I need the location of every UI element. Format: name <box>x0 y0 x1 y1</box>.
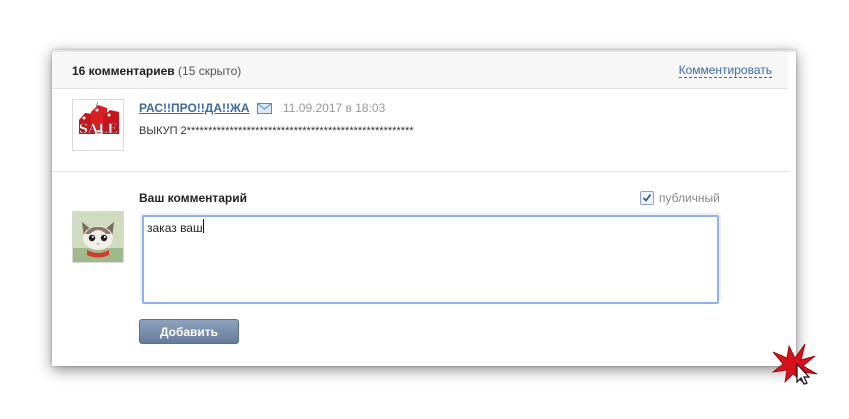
text-cursor <box>203 219 204 233</box>
mail-icon[interactable] <box>257 103 272 114</box>
sale-avatar[interactable]: SALE <box>72 99 124 151</box>
comments-header: 16 комментариев (15 скрыто) Комментирова… <box>52 52 788 89</box>
hidden-count-note: (15 скрыто) <box>178 64 242 78</box>
sale-tags-icon: SALE <box>79 101 119 137</box>
comment-textarea-wrapper: заказ ваш <box>140 213 721 304</box>
public-label: публичный <box>659 191 720 205</box>
click-burst-cursor-icon <box>771 343 818 386</box>
comment-date: 11.09.2017 в 18:03 <box>283 101 386 115</box>
kitten-icon <box>73 212 123 262</box>
comment-textarea[interactable]: заказ ваш <box>142 215 719 304</box>
add-comment-button[interactable]: Добавить <box>139 319 239 344</box>
your-comment-label: Ваш комментарий <box>139 191 248 205</box>
comments-count: 16 комментариев (15 скрыто) <box>72 64 241 78</box>
section-divider <box>52 171 788 172</box>
comment-author-link[interactable]: РАС!!ПРО!!ДА!!ЖА <box>139 101 250 115</box>
comments-panel: 16 комментариев (15 скрыто) Комментирова… <box>52 50 796 366</box>
checkmark-icon <box>642 194 652 202</box>
sale-avatar-text: SALE <box>79 122 118 137</box>
user-avatar <box>72 211 124 263</box>
comments-count-label: 16 комментариев <box>72 64 175 78</box>
public-checkbox[interactable] <box>640 191 654 205</box>
comment-text: ВЫКУП 2*********************************… <box>139 125 414 137</box>
comment-link[interactable]: Комментировать <box>678 64 772 78</box>
